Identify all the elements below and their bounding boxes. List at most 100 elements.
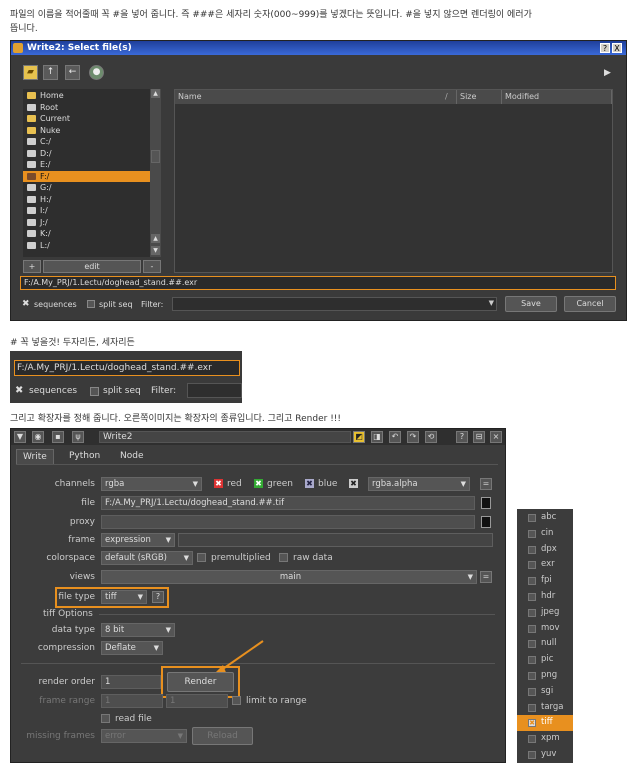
place-item[interactable]: Root: [23, 102, 150, 114]
file-type-option[interactable]: null: [517, 636, 573, 652]
file-type-option[interactable]: targa: [517, 700, 573, 716]
datatype-dropdown[interactable]: 8 bit ▼: [101, 623, 175, 637]
place-item[interactable]: K:/: [23, 228, 150, 240]
frame-dropdown[interactable]: expression ▼: [101, 533, 175, 547]
scroll-thumb[interactable]: [151, 150, 160, 163]
filetype-help-button[interactable]: ?: [152, 591, 164, 603]
refresh-icon[interactable]: ●: [89, 65, 104, 80]
close-panel-icon[interactable]: ×: [490, 431, 502, 443]
knob-color-icon[interactable]: ◩: [353, 431, 365, 443]
green-channel-icon[interactable]: ✖: [254, 479, 263, 488]
place-item[interactable]: L:/: [23, 240, 150, 252]
readfile-checkbox[interactable]: [101, 714, 110, 723]
new-folder-icon[interactable]: ▰: [23, 65, 38, 80]
missingframes-dropdown[interactable]: error ▼: [101, 729, 187, 743]
back-arrow-icon[interactable]: ←: [65, 65, 80, 80]
splitseq-checkbox[interactable]: [87, 300, 95, 308]
float-icon[interactable]: ⊟: [473, 431, 485, 443]
collapse-triangle-icon[interactable]: ▼: [14, 431, 26, 443]
add-place-button[interactable]: +: [23, 260, 41, 273]
file-browser-icon[interactable]: [481, 497, 491, 509]
place-item[interactable]: C:/: [23, 136, 150, 148]
colorspace-dropdown[interactable]: default (sRGB) ▼: [101, 551, 193, 565]
place-item[interactable]: F:/: [23, 170, 150, 182]
proxy-browser-icon[interactable]: [481, 516, 491, 528]
framerange-end-input[interactable]: 1: [166, 694, 228, 708]
renderorder-input[interactable]: 1: [101, 675, 161, 689]
file-type-option[interactable]: sgi: [517, 684, 573, 700]
redo-icon[interactable]: ↷: [407, 431, 419, 443]
framerange-start-input[interactable]: 1: [101, 694, 163, 708]
close-button[interactable]: X: [612, 43, 622, 53]
alpha-channel-icon[interactable]: ✖: [349, 479, 358, 488]
file-type-option[interactable]: png: [517, 668, 573, 684]
limit-checkbox[interactable]: [232, 696, 241, 705]
place-item[interactable]: E:/: [23, 159, 150, 171]
knob-color-2-icon[interactable]: ◨: [371, 431, 383, 443]
scroll-up-icon-2[interactable]: ▲: [151, 234, 160, 243]
edit-place-button[interactable]: edit: [43, 260, 141, 273]
snippet-path-input[interactable]: F:/A.My_PRJ/1.Lectu/doghead_stand.##.exr: [14, 360, 240, 376]
file-list[interactable]: Name / Size Modified: [174, 89, 613, 273]
place-item[interactable]: Current: [23, 113, 150, 125]
path-input[interactable]: F:/A.My_PRJ/1.Lectu/doghead_stand.##.exr: [20, 276, 616, 290]
sequences-check-icon[interactable]: ✖: [22, 299, 32, 309]
revert-icon[interactable]: ⟲: [425, 431, 437, 443]
sort-icon[interactable]: /: [445, 92, 448, 101]
file-type-option[interactable]: jpeg: [517, 605, 573, 621]
channels-dropdown[interactable]: rgba ▼: [101, 477, 202, 491]
tab-python[interactable]: Python: [63, 449, 106, 464]
place-item[interactable]: D:/: [23, 148, 150, 160]
tab-node[interactable]: Node: [114, 449, 150, 464]
place-item[interactable]: I:/: [23, 205, 150, 217]
node-color-icon[interactable]: ◉: [32, 431, 44, 443]
file-input[interactable]: F:/A.My_PRJ/1.Lectu/doghead_stand.##.tif: [101, 496, 475, 510]
scroll-up-icon[interactable]: ▲: [151, 89, 160, 98]
places-scrollbar[interactable]: ▲ ▲ ▼: [150, 89, 161, 257]
place-item[interactable]: G:/: [23, 182, 150, 194]
file-type-option[interactable]: yuv: [517, 747, 573, 763]
filter-dropdown[interactable]: ▼: [172, 297, 497, 311]
remove-place-button[interactable]: -: [143, 260, 161, 273]
scroll-down-icon[interactable]: ▼: [151, 246, 160, 255]
float-panel-icon[interactable]: ▪: [52, 431, 64, 443]
file-type-option[interactable]: fpi: [517, 573, 573, 589]
places-list[interactable]: Home Root Current Nuke C:/ D:/ E:/ F:/ G:/ H:/ I:/…: [23, 89, 150, 257]
place-item[interactable]: J:/: [23, 217, 150, 229]
play-triangle-icon[interactable]: ▶: [604, 68, 611, 78]
file-type-option[interactable]: hdr: [517, 589, 573, 605]
file-type-list[interactable]: abc cin dpx exr fpi hdr jpeg mov null pic png sgi ta…: [517, 509, 573, 763]
column-name[interactable]: Name: [175, 90, 457, 104]
file-type-option[interactable]: cin: [517, 526, 573, 542]
frame-expression-input[interactable]: [178, 533, 493, 547]
place-item[interactable]: Home: [23, 90, 150, 102]
proxy-input[interactable]: [101, 515, 475, 529]
help-icon[interactable]: ?: [456, 431, 468, 443]
cancel-button[interactable]: Cancel: [564, 296, 616, 312]
file-type-option[interactable]: pic: [517, 652, 573, 668]
red-channel-icon[interactable]: ✖: [214, 479, 223, 488]
compression-dropdown[interactable]: Deflate ▼: [101, 641, 163, 655]
place-item[interactable]: H:/: [23, 194, 150, 206]
rawdata-checkbox[interactable]: [279, 553, 288, 562]
blue-channel-icon[interactable]: ✖: [305, 479, 314, 488]
snippet-splitseq-checkbox[interactable]: [90, 387, 99, 396]
views-equals-icon[interactable]: =: [480, 571, 492, 583]
tab-write[interactable]: Write: [16, 449, 54, 464]
views-dropdown[interactable]: main ▼: [101, 570, 477, 584]
snippet-filter-input[interactable]: [187, 383, 242, 398]
file-type-option[interactable]: mov: [517, 621, 573, 637]
up-arrow-icon[interactable]: ↑: [43, 65, 58, 80]
alpha-dropdown[interactable]: rgba.alpha ▼: [368, 477, 470, 491]
help-button[interactable]: ?: [600, 43, 610, 53]
filetype-dropdown[interactable]: tiff ▼: [101, 590, 147, 604]
file-type-option[interactable]: dpx: [517, 542, 573, 558]
column-modified[interactable]: Modified: [502, 90, 612, 104]
node-name-field[interactable]: Write2: [99, 431, 351, 443]
file-type-option[interactable]: abc: [517, 510, 573, 526]
undo-icon[interactable]: ↶: [389, 431, 401, 443]
file-type-option[interactable]: ✖ tiff: [517, 715, 573, 732]
equals-icon[interactable]: =: [480, 478, 492, 490]
node-properties-icon[interactable]: ψ: [72, 431, 84, 443]
file-type-option[interactable]: exr: [517, 557, 573, 573]
